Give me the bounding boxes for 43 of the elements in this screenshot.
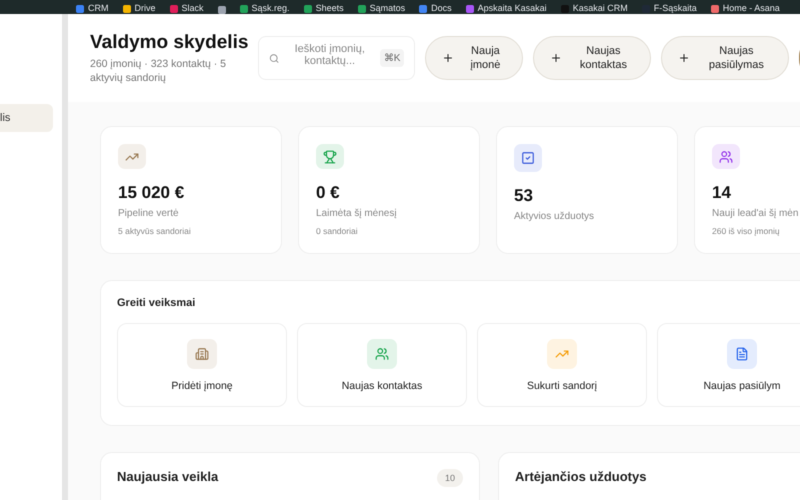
new-item-button[interactable]: Naujas kontaktas — [533, 36, 652, 80]
stat-value: 0 € — [316, 183, 341, 203]
new-item-button[interactable]: Nauja įmonė — [425, 36, 524, 80]
quick-action-button[interactable]: Naujas pasiūlym — [657, 323, 800, 407]
page-subtitle: 260 įmonių · 323 kontaktų · 5 aktyvių sandorių — [90, 56, 227, 84]
stat-label: Nauji lead'ai šį mėn — [712, 208, 800, 219]
bookmark[interactable]: CRM — [76, 3, 108, 14]
quick-action-button[interactable]: Naujas kontaktas — [297, 323, 467, 407]
bookmark[interactable]: Slack — [170, 3, 204, 14]
plus-icon — [678, 52, 690, 64]
stat-label: Laimėta šį mėnesį — [316, 208, 398, 219]
bookmark-icon[interactable] — [218, 6, 226, 14]
stat-value: 53 — [514, 186, 534, 206]
sidebar-item[interactable]: lis — [0, 104, 53, 132]
bookmark[interactable]: Sąsk.reg. — [240, 3, 290, 14]
section-title: Artėjančios užduotys — [515, 469, 646, 484]
stat-note: 5 aktyvūs sandoriai — [118, 226, 192, 236]
search-field[interactable]: Ieškoti įmonių, kontaktų... ⌘K — [258, 36, 416, 80]
search-icon — [269, 52, 280, 64]
page-title: Valdymo skydelis — [90, 32, 248, 54]
stat-label: Aktyvios užduotys — [514, 211, 596, 222]
stat-value: 15 020 € — [118, 183, 186, 203]
bookmark[interactable]: F-Sąskaita — [642, 3, 697, 14]
bookmark[interactable]: Sheets — [304, 3, 344, 14]
bookmark[interactable]: Drive — [122, 3, 156, 14]
quick-action-button[interactable]: Pridėti įmonę — [117, 323, 287, 407]
bookmark[interactable]: Docs — [419, 3, 452, 14]
stat-value: 14 — [712, 183, 732, 203]
bookmark[interactable]: Sąmatos — [358, 3, 406, 14]
stat-note: 0 sandoriai — [316, 226, 359, 236]
stat-label: Pipeline vertė — [118, 208, 180, 219]
stat-note: 260 iš viso įmonių — [712, 226, 781, 236]
count-badge: 10 — [436, 469, 463, 487]
shortcut-hint: ⌘K — [380, 49, 404, 67]
plus-icon — [442, 52, 454, 64]
bookmark[interactable]: Kasakai CRM — [560, 3, 628, 14]
panel-title: Greiti veiksmai — [117, 297, 196, 309]
bookmark[interactable]: Apskaita Kasakai — [466, 3, 547, 14]
quick-action-button[interactable]: Sukurti sandorį — [477, 323, 647, 407]
bookmark[interactable]: Home - Asana — [710, 3, 780, 14]
new-item-button[interactable]: Naujas pasiūlymas — [661, 36, 790, 80]
section-title: Naujausia veikla — [117, 469, 218, 484]
plus-icon — [550, 52, 562, 64]
